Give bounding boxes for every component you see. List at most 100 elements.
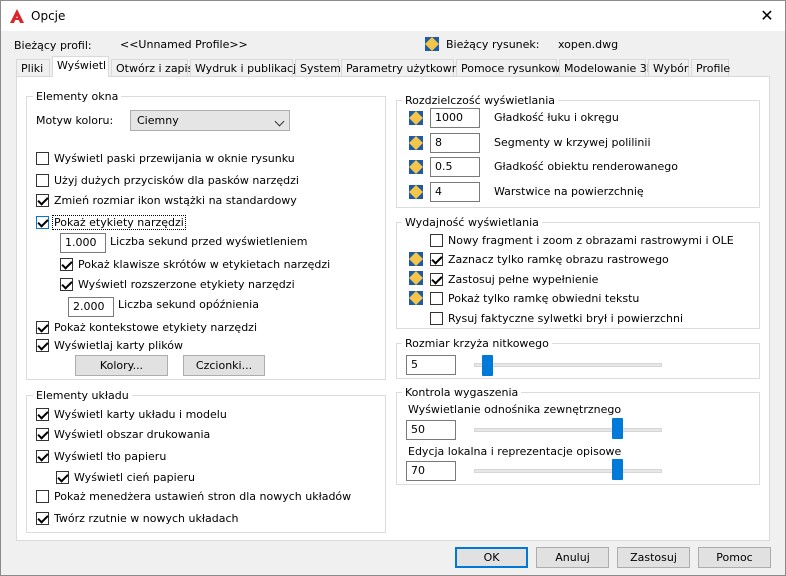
pan-zoom-raster-checkbox[interactable] <box>430 234 443 247</box>
tab-otworz-i-zapisz[interactable]: Otwórz i zapisz <box>111 59 199 76</box>
scrollbars-label: Wyświetl paski przewijania w oknie rysun… <box>54 152 295 165</box>
print-area-checkbox[interactable] <box>36 428 49 441</box>
ok-button[interactable]: OK <box>455 547 528 568</box>
large-buttons-label: Użyj dużych przycisków dla pasków narzęd… <box>54 174 299 187</box>
polyline-segments-input[interactable]: 8 <box>430 133 480 153</box>
title-bar: Opcje ✕ <box>1 1 785 31</box>
fade-control-title: Kontrola wygaszenia <box>402 386 522 399</box>
page-setup-manager-label: Pokaż menedżera ustawień stron dla nowyc… <box>54 490 352 503</box>
color-theme-select[interactable]: Ciemny <box>130 110 290 131</box>
current-profile-label: Bieżący profil: <box>14 39 92 52</box>
xref-fade-slider-track[interactable] <box>474 428 662 432</box>
color-theme-label: Motyw koloru: <box>36 114 114 127</box>
page-setup-manager-checkbox[interactable] <box>36 490 49 503</box>
drawing-file-icon <box>425 37 439 51</box>
xref-fade-input[interactable]: 50 <box>406 420 456 440</box>
file-tabs-checkbox[interactable] <box>36 339 49 352</box>
rollover-tooltips-checkbox[interactable] <box>36 321 49 334</box>
paper-shadow-checkbox[interactable] <box>56 471 69 484</box>
inplace-edit-fade-slider-track[interactable] <box>474 469 662 473</box>
solid-fill-label: Zastosuj pełne wypełnienie <box>448 273 599 286</box>
true-silhouettes-checkbox[interactable] <box>430 312 443 325</box>
create-viewports-checkbox[interactable] <box>36 512 49 525</box>
solid-fill-checkbox[interactable] <box>430 273 443 286</box>
drawing-saved-icon <box>409 291 423 305</box>
cancel-button[interactable]: Anuluj <box>536 547 609 568</box>
highlight-raster-frame-checkbox[interactable] <box>430 253 443 266</box>
resize-ribbon-icons-label: Zmień rozmiar ikon wstążki na standardow… <box>54 194 297 207</box>
contour-lines-label: Warstwice na powierzchnię <box>494 185 644 198</box>
inplace-edit-fade-slider-thumb[interactable] <box>612 459 623 480</box>
inplace-edit-fade-input[interactable]: 70 <box>406 461 456 481</box>
drawing-saved-icon <box>409 136 423 150</box>
true-silhouettes-label: Rysuj faktyczne sylwetki brył i powierzc… <box>448 312 684 325</box>
tooltips-checkbox[interactable] <box>36 216 49 229</box>
polyline-segments-label: Segmenty w krzywej polilinii <box>494 136 651 149</box>
autocad-logo-icon <box>10 9 24 23</box>
tab-pliki[interactable]: Pliki <box>16 59 50 76</box>
file-tabs-label: Wyświetlaj karty plików <box>54 339 183 352</box>
shortcut-keys-label: Pokaż klawisze skrótów w etykietach narz… <box>78 258 331 271</box>
colors-button[interactable]: Kolory... <box>75 355 168 376</box>
resize-ribbon-icons-checkbox[interactable] <box>36 194 49 207</box>
apply-button[interactable]: Zastosuj <box>617 547 690 568</box>
tab-wydruk-i-publikacja[interactable]: Wydruk i publikacja <box>190 59 303 76</box>
fonts-button[interactable]: Czcionki... <box>183 355 265 376</box>
tab-system[interactable]: System <box>295 59 341 76</box>
xref-fade-label: Wyświetlanie odnośnika zewnętrznego <box>408 403 622 416</box>
tooltip-delay-input[interactable]: 1.000 <box>60 233 106 253</box>
tab-pomoce-rysunkowe[interactable]: Pomoce rysunkowe <box>456 59 567 76</box>
tooltips-label: Pokaż etykiety narzędzi <box>52 215 186 230</box>
layout-tabs-checkbox[interactable] <box>36 408 49 421</box>
arc-smoothness-label: Gładkość łuku i okręgu <box>494 111 619 124</box>
display-performance-title: Wydajność wyświetlania <box>402 216 542 229</box>
current-drawing-label: Bieżący rysunek: <box>446 38 540 51</box>
inplace-edit-fade-label: Edycja lokalna i reprezentacje opisowe <box>408 445 622 458</box>
xref-fade-slider-thumb[interactable] <box>612 418 623 439</box>
drawing-saved-icon <box>409 111 423 125</box>
crosshair-size-input[interactable]: 5 <box>406 355 456 375</box>
large-buttons-checkbox[interactable] <box>36 174 49 187</box>
chevron-down-icon <box>274 116 285 127</box>
drawing-saved-icon <box>409 271 423 285</box>
tab-wybor[interactable]: Wybór <box>648 59 689 76</box>
crosshair-slider-thumb[interactable] <box>482 355 493 376</box>
crosshair-slider-track[interactable] <box>474 363 662 367</box>
rendered-smoothness-input[interactable]: 0.5 <box>430 157 480 177</box>
display-resolution-title: Rozdzielczość wyświetlania <box>402 94 559 107</box>
arc-smoothness-input[interactable]: 1000 <box>430 108 480 128</box>
shortcut-keys-checkbox[interactable] <box>60 258 73 271</box>
drawing-saved-icon <box>409 185 423 199</box>
rollover-tooltips-label: Pokaż kontekstowe etykiety narzędzi <box>54 321 258 334</box>
contour-lines-input[interactable]: 4 <box>430 182 480 202</box>
highlight-raster-frame-label: Zaznacz tylko ramkę obrazu rastrowego <box>448 253 669 266</box>
color-theme-value: Ciemny <box>137 114 179 127</box>
print-area-label: Wyświetl obszar drukowania <box>54 428 211 441</box>
tab-parametry-uzytkownika[interactable]: Parametry użytkownika <box>341 59 475 76</box>
paper-shadow-label: Wyświetl cień papieru <box>74 471 195 484</box>
text-frame-only-checkbox[interactable] <box>430 292 443 305</box>
drawing-saved-icon <box>409 160 423 174</box>
window-title: Opcje <box>31 9 66 23</box>
layout-elements-title: Elementy układu <box>33 389 132 402</box>
window-elements-title: Elementy okna <box>33 90 122 103</box>
tooltip-delay-label: Liczba sekund przed wyświetleniem <box>110 235 308 248</box>
paper-background-checkbox[interactable] <box>36 450 49 463</box>
help-button[interactable]: Pomoc <box>698 547 771 568</box>
close-button[interactable]: ✕ <box>749 1 785 31</box>
paper-background-label: Wyświetl tło papieru <box>54 450 167 463</box>
scrollbars-checkbox[interactable] <box>36 152 49 165</box>
pan-zoom-raster-label: Nowy fragment i zoom z obrazami rastrowy… <box>448 234 734 247</box>
tab-modelowanie-3d[interactable]: Modelowanie 3D <box>559 59 655 76</box>
extended-tooltips-checkbox[interactable] <box>60 278 73 291</box>
rendered-smoothness-label: Gładkość obiektu renderowanego <box>494 160 679 173</box>
create-viewports-label: Twórz rzutnie w nowych układach <box>54 512 239 525</box>
tab-profile[interactable]: Profile <box>691 59 730 76</box>
layout-tabs-label: Wyświetl karty układu i modelu <box>54 408 227 421</box>
text-frame-only-label: Pokaż tylko ramkę obwiedni tekstu <box>448 292 640 305</box>
tab-wyswietl[interactable]: Wyświetl <box>52 56 109 77</box>
drawing-saved-icon <box>409 252 423 266</box>
extended-delay-input[interactable]: 2.000 <box>68 297 114 317</box>
current-profile-value: <<Unnamed Profile>> <box>120 38 248 51</box>
extended-tooltips-label: Wyświetl rozszerzone etykiety narzędzi <box>78 278 295 291</box>
